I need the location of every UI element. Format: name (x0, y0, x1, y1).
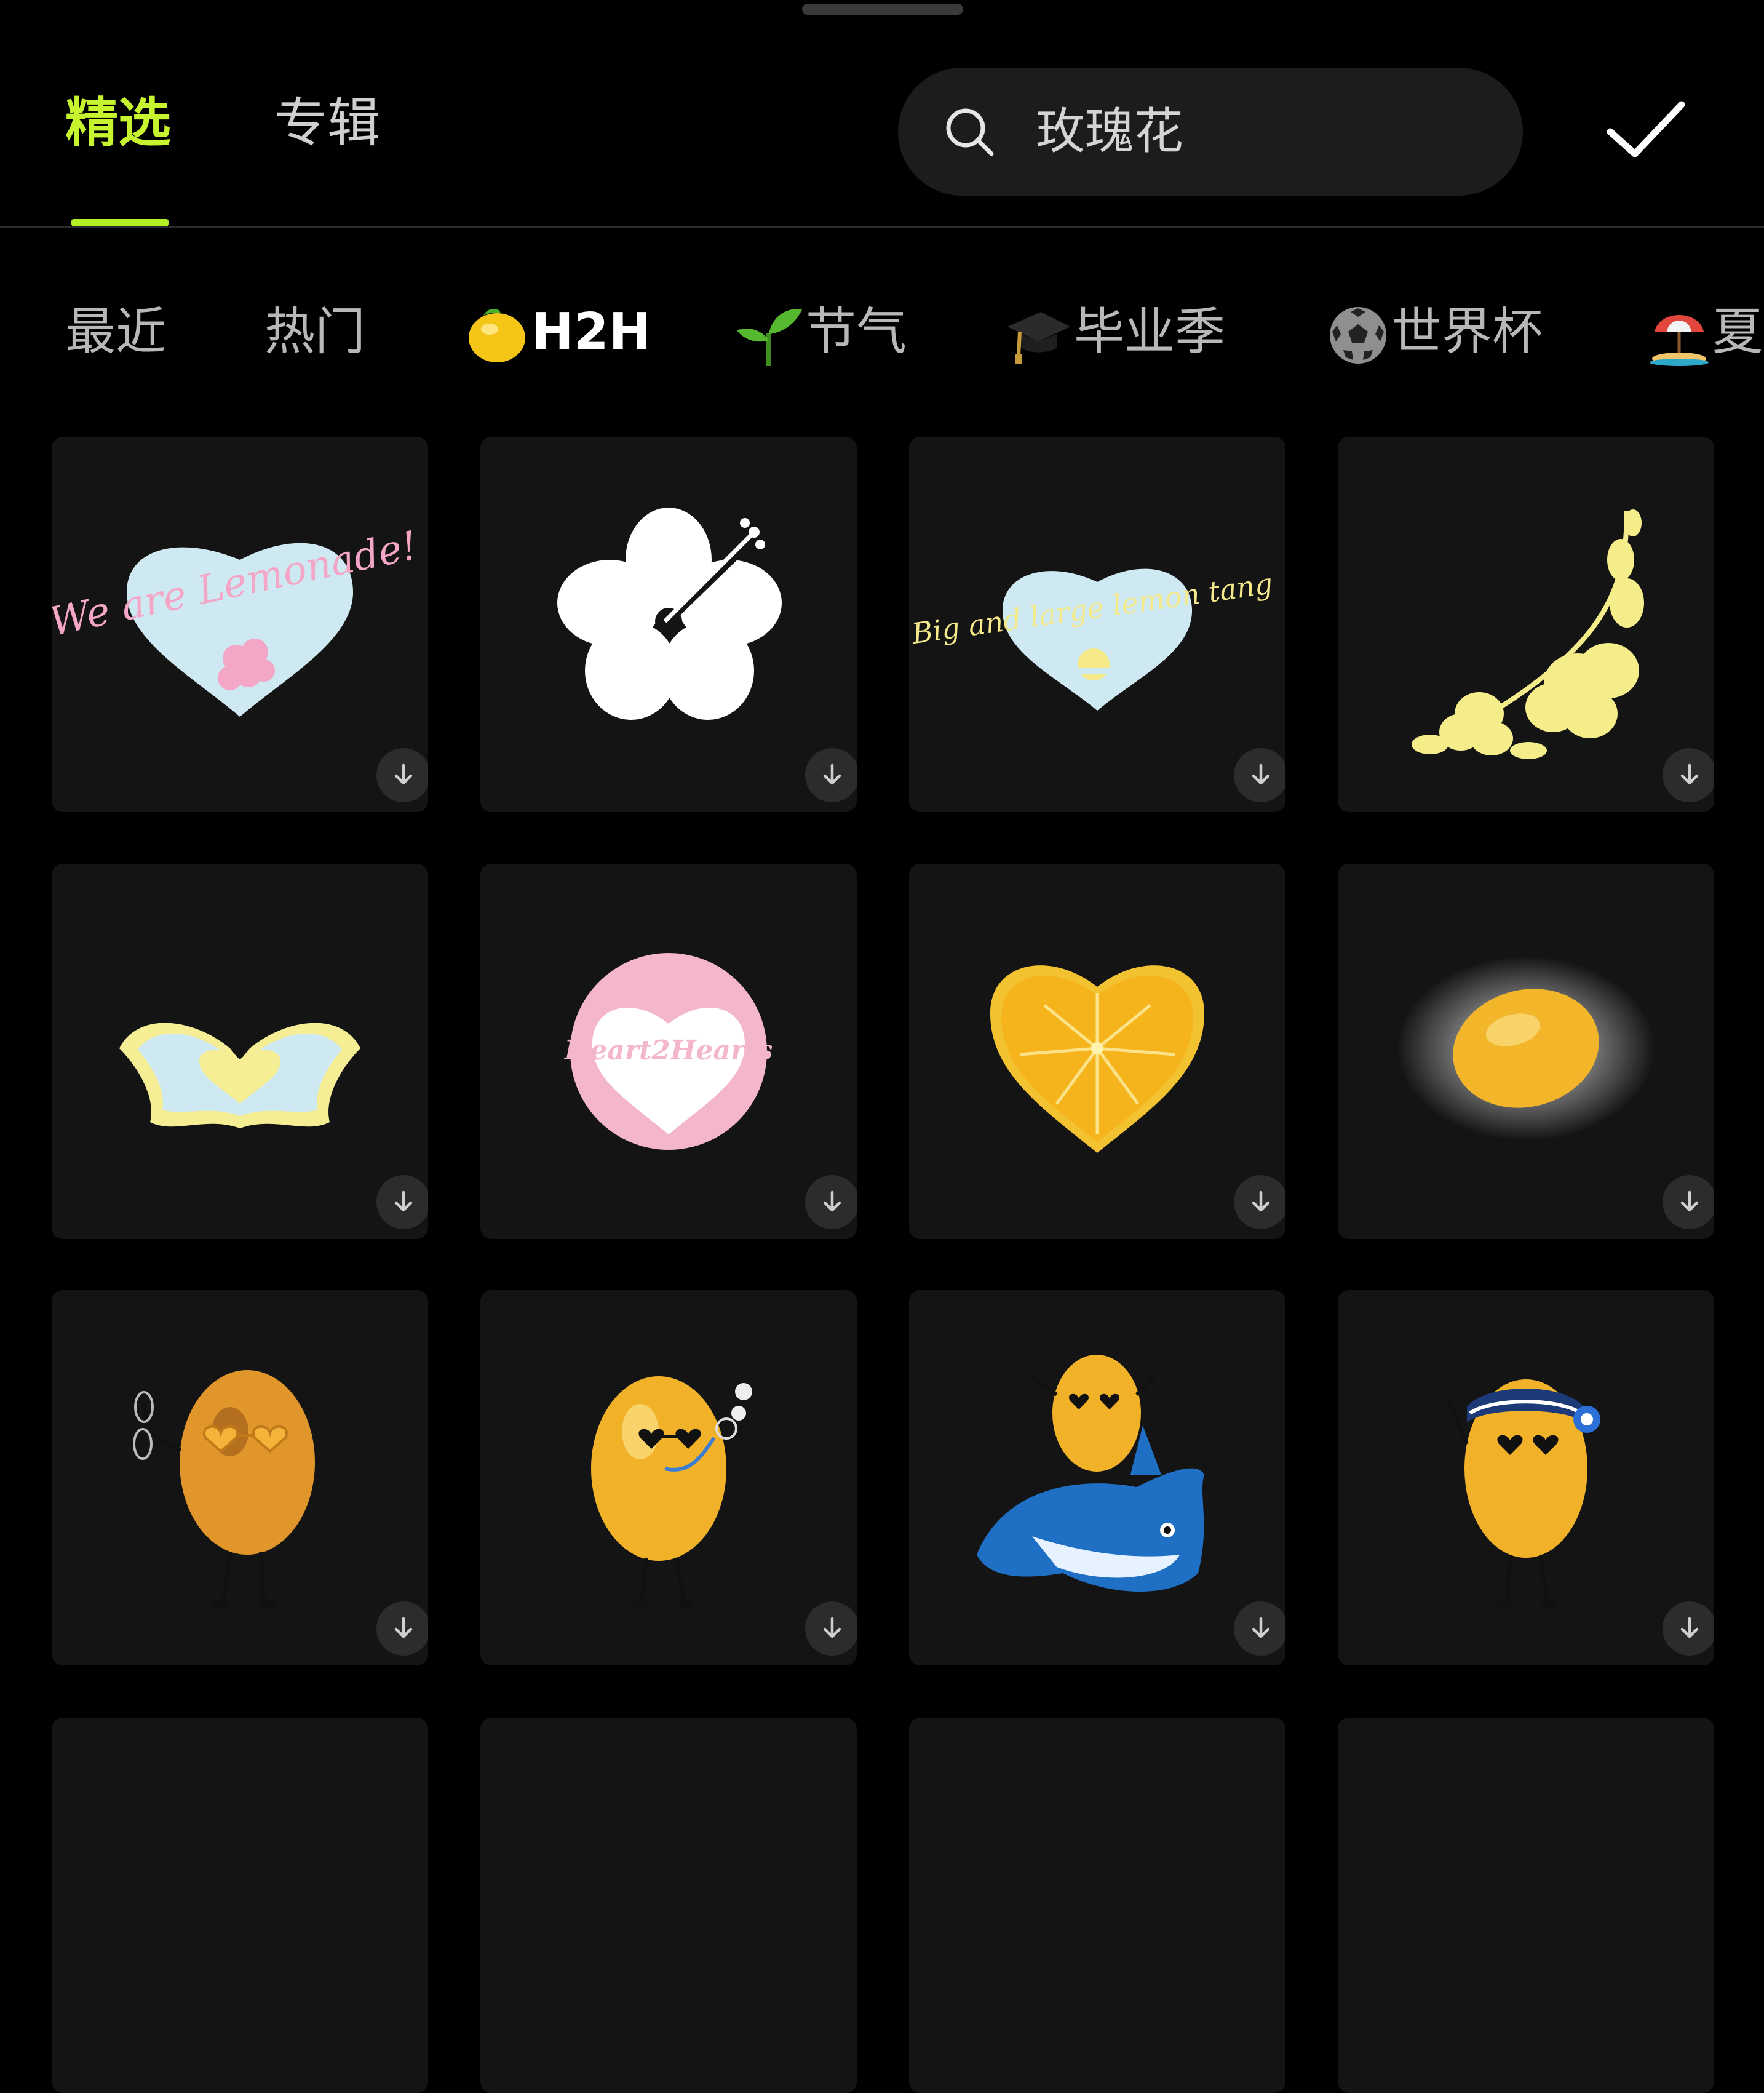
download-icon (823, 763, 841, 785)
download-icon (1680, 763, 1699, 785)
sticker-tile[interactable] (480, 1718, 857, 2093)
sticker-tile[interactable] (1338, 864, 1714, 1239)
download-icon (394, 763, 413, 785)
beach-umbrella-icon (1650, 314, 1709, 366)
category-bar: 最近 热门 H2H 节气 毕业季 世界杯 夏 (0, 289, 1764, 381)
check-icon[interactable] (1599, 92, 1691, 166)
lemon-character-heart-glasses-sticker (133, 1370, 315, 1609)
download-button[interactable] (805, 1601, 857, 1656)
search-icon (946, 108, 994, 156)
dolphin-heart-sticker (119, 1023, 360, 1128)
sticker-tile[interactable] (909, 1290, 1285, 1665)
lemon-slice-heart-sticker (990, 965, 1205, 1153)
sticker-tile[interactable] (1338, 1290, 1714, 1665)
download-icon (823, 1617, 841, 1638)
category-hot[interactable]: 热门 (264, 301, 365, 363)
top-bar: 精选 专辑 玫瑰花 (0, 0, 1764, 228)
sprout-icon (737, 308, 802, 366)
sticker-tile[interactable]: We are Lemonade! (52, 437, 428, 812)
lemon-tang-heart-sticker: Big and large lemon tang (909, 567, 1274, 711)
category-solar-terms[interactable]: 节气 (736, 301, 907, 366)
download-icon (1252, 763, 1270, 785)
active-tab-indicator (71, 219, 169, 226)
search-bar[interactable]: 玫瑰花 (898, 68, 1523, 196)
tab-album[interactable]: 专辑 (274, 92, 380, 154)
download-icon (823, 1190, 841, 1212)
download-button[interactable] (1663, 748, 1714, 802)
download-button[interactable] (376, 1601, 428, 1656)
sticker-tile[interactable] (480, 1290, 857, 1665)
sticker-tile[interactable] (52, 1290, 428, 1665)
download-button[interactable] (805, 748, 857, 802)
download-button[interactable] (805, 1175, 857, 1229)
download-icon (1252, 1617, 1270, 1638)
yellow-hibiscus-corner-sticker (1412, 509, 1644, 759)
white-hibiscus-sticker (557, 508, 782, 720)
sticker-tile[interactable] (480, 437, 857, 812)
download-button[interactable] (376, 1175, 428, 1229)
soccer-ball-icon (1330, 306, 1386, 364)
download-button[interactable] (1663, 1175, 1714, 1229)
download-icon (1680, 1190, 1699, 1212)
download-icon (1680, 1617, 1699, 1638)
download-icon (394, 1617, 413, 1638)
sticker-tile[interactable] (52, 864, 428, 1239)
sticker-tile[interactable] (909, 864, 1285, 1239)
we-are-lemonade-heart-sticker: We are Lemonade! (52, 523, 421, 717)
download-button[interactable] (1234, 1601, 1285, 1656)
lemon-character-headband-sticker (1447, 1379, 1600, 1609)
sticker-tile[interactable] (1338, 1718, 1714, 2093)
tab-divider (0, 226, 1764, 228)
graduation-cap-icon (1007, 311, 1070, 364)
lemon-icon (469, 308, 525, 362)
sticker-tile[interactable] (909, 1718, 1285, 2093)
category-world-cup[interactable]: 世界杯 (1327, 301, 1543, 366)
download-button[interactable] (376, 748, 428, 802)
download-button[interactable] (1234, 1175, 1285, 1229)
lemon-character-bubbles-sticker (591, 1376, 752, 1609)
download-button[interactable] (1663, 1601, 1714, 1656)
tab-featured[interactable]: 精选 (65, 92, 171, 154)
sticker-text: Heart2Hearts (563, 1035, 773, 1066)
category-recent[interactable]: 最近 (65, 301, 166, 363)
category-summer[interactable]: 夏 (1648, 301, 1763, 366)
download-icon (394, 1190, 413, 1212)
lemon-character-on-orca-float-sticker (977, 1355, 1204, 1592)
search-query: 玫瑰花 (1036, 103, 1183, 160)
sticker-tile[interactable]: Heart2Hearts (480, 864, 857, 1239)
sticker-tile[interactable] (1338, 437, 1714, 812)
category-h2h[interactable]: H2H (465, 301, 651, 366)
glowing-lemon-sticker (1397, 956, 1655, 1141)
download-button[interactable] (1234, 748, 1285, 802)
download-icon (1252, 1190, 1270, 1212)
heart2hearts-badge-sticker: Heart2Hearts (563, 953, 773, 1150)
sticker-tile[interactable] (52, 1718, 428, 2093)
sticker-tile[interactable]: Big and large lemon tang (909, 437, 1285, 812)
category-graduation[interactable]: 毕业季 (1006, 301, 1225, 366)
